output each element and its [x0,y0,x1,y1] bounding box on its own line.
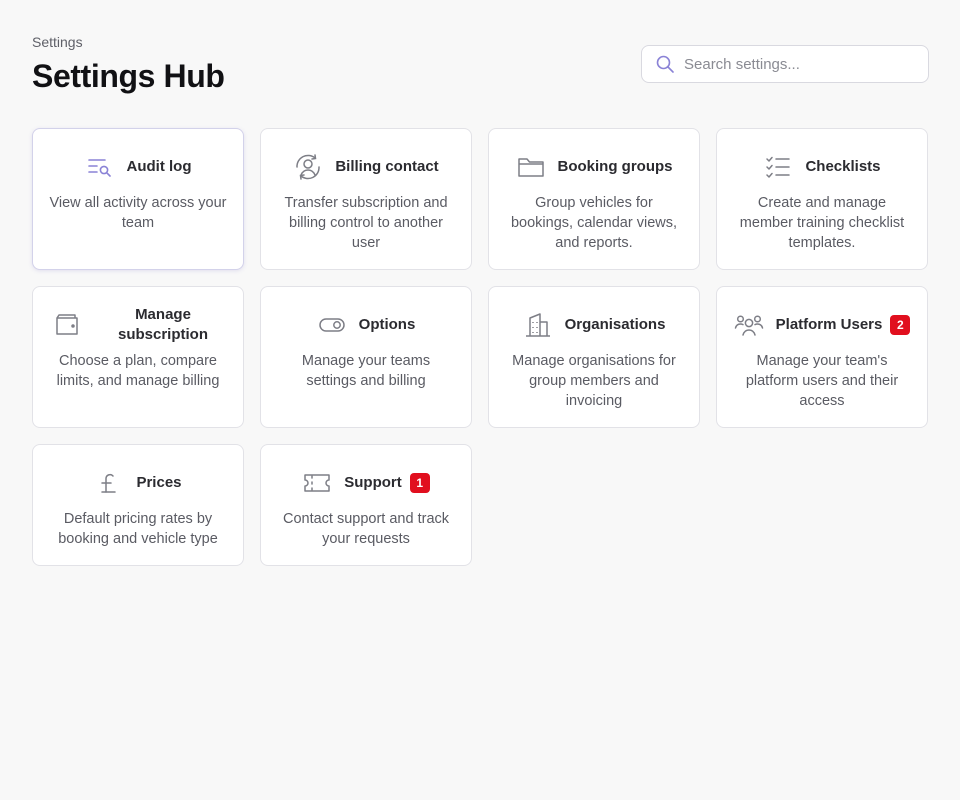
card-billing-contact[interactable]: Billing contact Transfer subscription an… [260,128,472,270]
pound-icon [94,469,124,497]
settings-page: Settings Settings Hub Audit log View all… [0,0,960,800]
building-icon [523,311,553,339]
search-icon [655,54,675,74]
card-title: Platform Users [775,316,883,333]
card-description: Group vehicles for bookings, calendar vi… [510,195,678,251]
card-title: Checklists [805,158,881,175]
card-description: Manage your teams settings and billing [301,353,431,389]
card-title: Organisations [564,316,666,333]
search-input[interactable] [684,55,904,73]
card-booking-groups[interactable]: Booking groups Group vehicles for bookin… [488,128,700,270]
page-title: Settings Hub [32,58,225,94]
card-description: Manage your team's platform users and th… [745,353,899,409]
card-title: Prices [136,474,182,491]
card-title: Billing contact [335,158,439,175]
checklist-icon [763,153,793,181]
card-audit-log[interactable]: Audit log View all activity across your … [32,128,244,270]
card-options[interactable]: Options Manage your teams settings and b… [260,286,472,428]
card-prices[interactable]: Prices Default pricing rates by booking … [32,444,244,566]
card-description: Choose a plan, compare limits, and manag… [56,353,220,389]
users-icon [734,311,764,339]
wallet-icon [53,311,83,339]
user-transfer-icon [293,153,323,181]
card-title: Booking groups [557,158,673,175]
card-description: View all activity across your team [49,195,227,231]
toggle-icon [317,311,347,339]
card-support[interactable]: Support 1 Contact support and track your… [260,444,472,566]
folder-icon [516,153,546,181]
list-search-icon [85,153,115,181]
card-description: Manage organisations for group members a… [512,353,676,409]
card-title: Audit log [126,158,192,175]
breadcrumb[interactable]: Settings [32,34,83,50]
card-checklists[interactable]: Checklists Create and manage member trai… [716,128,928,270]
card-organisations[interactable]: Organisations Manage organisations for g… [488,286,700,428]
notification-badge: 2 [890,315,911,335]
ticket-icon [302,469,332,497]
search-box[interactable] [641,45,929,83]
card-description: Transfer subscription and billing contro… [284,195,448,251]
card-description: Contact support and track your requests [282,511,450,547]
card-title: Support [344,474,402,491]
card-title: Manage subscription [117,306,208,343]
card-description: Create and manage member training checkl… [739,195,905,251]
card-title: Options [358,316,416,333]
settings-grid: Audit log View all activity across your … [32,128,928,586]
notification-badge: 1 [409,473,430,493]
card-manage-subscription[interactable]: Manage subscription Choose a plan, compa… [32,286,244,428]
card-platform-users[interactable]: Platform Users 2 Manage your team's plat… [716,286,928,428]
card-description: Default pricing rates by booking and veh… [58,511,218,547]
